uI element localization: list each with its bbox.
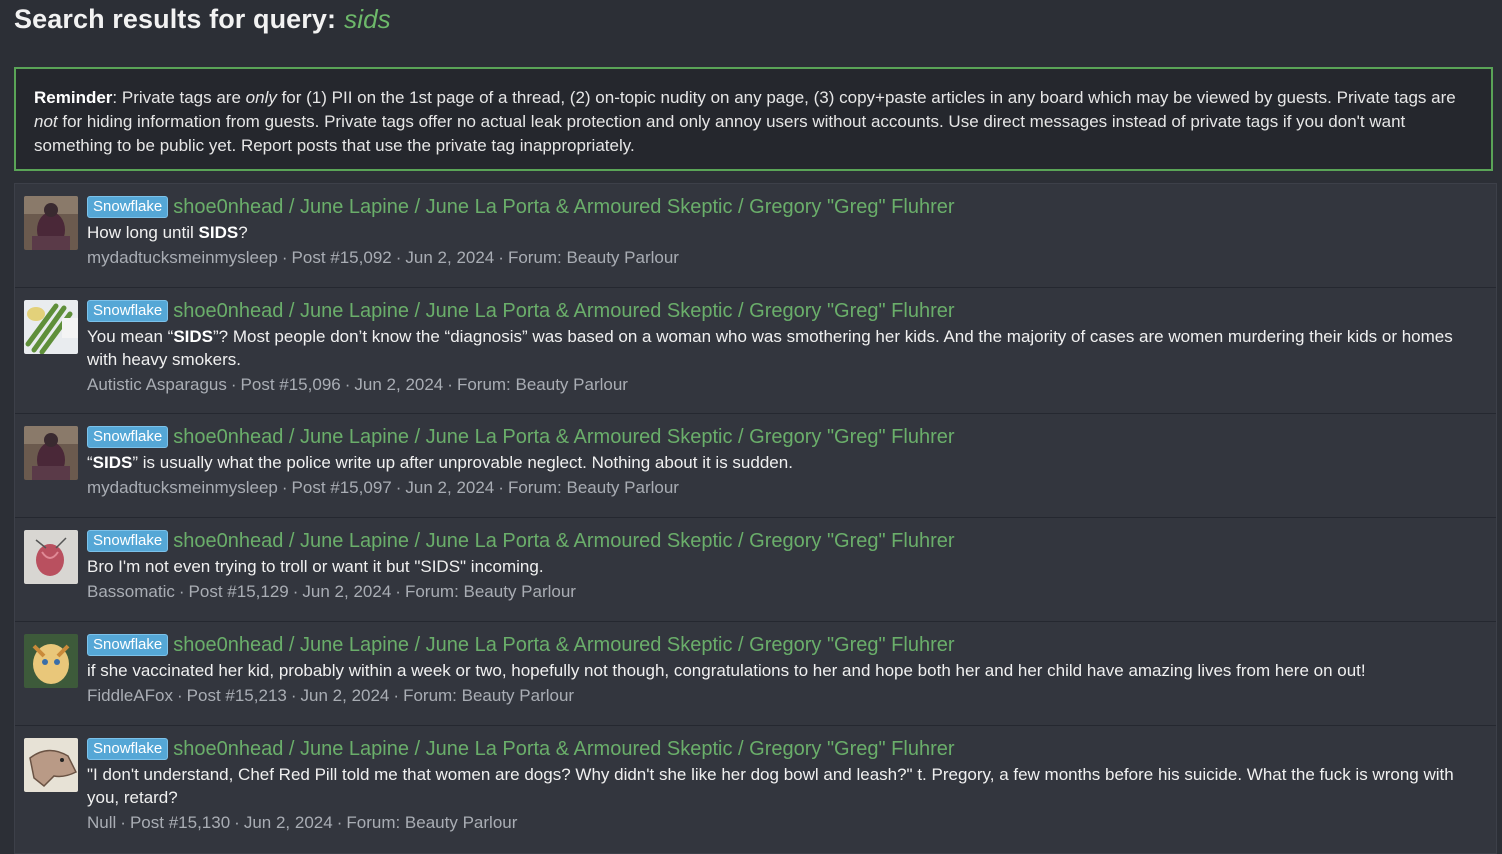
user-avatar[interactable] <box>24 530 78 584</box>
result-snippet: How long until SIDS? <box>87 223 248 242</box>
avatar-image <box>24 530 78 584</box>
page-title: Search results for query: sids <box>14 4 391 34</box>
result-meta: FiddleAFox · Post #15,213 · Jun 2, 2024 · Foru… <box>87 686 575 705</box>
forum-link[interactable]: Forum: Beauty Parlour <box>403 686 574 705</box>
username-link[interactable]: mydadtucksmeinmysleep <box>87 478 278 497</box>
result-meta: Autistic Asparagus · Post #15,096 · Jun 2, 2… <box>87 375 628 394</box>
thread-prefix-badge[interactable]: Snowflake <box>87 738 169 760</box>
search-highlight: SIDS <box>198 223 239 242</box>
post-date: Jun 2, 2024 <box>405 248 495 267</box>
thread-title-link[interactable]: shoe0nhead / June Lapine / June La Porta… <box>173 196 954 219</box>
search-result: Snowflake shoe0nhead / June Lapine / Jun… <box>15 184 1496 288</box>
post-date: Jun 2, 2024 <box>302 582 392 601</box>
forum-link[interactable]: Forum: Beauty Parlour <box>405 582 576 601</box>
search-highlight: SIDS <box>173 327 214 346</box>
forum-link[interactable]: Forum: Beauty Parlour <box>346 813 517 832</box>
user-avatar[interactable] <box>24 300 78 354</box>
avatar-image <box>24 196 78 250</box>
search-result: Snowflake shoe0nhead / June Lapine / Jun… <box>15 622 1496 726</box>
thread-prefix-badge[interactable]: Snowflake <box>87 196 169 218</box>
post-date: Jun 2, 2024 <box>243 813 333 832</box>
user-avatar[interactable] <box>24 426 78 480</box>
thread-title-link[interactable]: shoe0nhead / June Lapine / June La Porta… <box>173 530 954 553</box>
result-meta: Bassomatic · Post #15,129 · Jun 2, 2024 · Foru… <box>87 582 576 601</box>
result-meta: mydadtucksmeinmysleep · Post #15,097 · Jun 2… <box>87 478 679 497</box>
notice-lead: Reminder <box>34 88 113 107</box>
search-results-list: Snowflake shoe0nhead / June Lapine / Jun… <box>14 183 1497 854</box>
thread-prefix-badge[interactable]: Snowflake <box>87 530 169 552</box>
search-result: Snowflake shoe0nhead / June Lapine / Jun… <box>15 288 1496 414</box>
username-link[interactable]: Autistic Asparagus <box>87 375 227 394</box>
result-snippet: if she vaccinated her kid, probably with… <box>87 661 1366 680</box>
post-date: Jun 2, 2024 <box>405 478 495 497</box>
post-number-link[interactable]: Post #15,097 <box>292 478 392 497</box>
search-highlight: SIDS <box>92 453 133 472</box>
thread-title-link[interactable]: shoe0nhead / June Lapine / June La Porta… <box>173 300 954 323</box>
username-link[interactable]: mydadtucksmeinmysleep <box>87 248 278 267</box>
result-snippet: You mean “SIDS”? Most people don’t know … <box>87 327 1453 369</box>
user-avatar[interactable] <box>24 634 78 688</box>
thread-title-link[interactable]: shoe0nhead / June Lapine / June La Porta… <box>173 426 954 449</box>
forum-link[interactable]: Forum: Beauty Parlour <box>508 478 679 497</box>
avatar-image <box>24 300 78 354</box>
post-number-link[interactable]: Post #15,213 <box>187 686 287 705</box>
thread-prefix-badge[interactable]: Snowflake <box>87 300 169 322</box>
post-number-link[interactable]: Post #15,130 <box>130 813 230 832</box>
search-result: Snowflake shoe0nhead / June Lapine / Jun… <box>15 518 1496 622</box>
user-avatar[interactable] <box>24 738 78 792</box>
post-number-link[interactable]: Post #15,092 <box>292 248 392 267</box>
result-meta: mydadtucksmeinmysleep · Post #15,092 · Jun 2… <box>87 248 679 267</box>
result-snippet: "I don't understand, Chef Red Pill told … <box>87 765 1454 807</box>
result-snippet: Bro I'm not even trying to troll or want… <box>87 557 544 576</box>
avatar-image <box>24 738 78 792</box>
username-link[interactable]: FiddleAFox <box>87 686 173 705</box>
post-date: Jun 2, 2024 <box>300 686 390 705</box>
post-number-link[interactable]: Post #15,096 <box>241 375 341 394</box>
post-date: Jun 2, 2024 <box>354 375 444 394</box>
search-query: sids <box>344 4 391 34</box>
username-link[interactable]: Bassomatic <box>87 582 175 601</box>
thread-prefix-badge[interactable]: Snowflake <box>87 426 169 448</box>
page-header: Search results for query: sids <box>14 4 391 44</box>
thread-prefix-badge[interactable]: Snowflake <box>87 634 169 656</box>
avatar-image <box>24 634 78 688</box>
post-number-link[interactable]: Post #15,129 <box>189 582 289 601</box>
username-link[interactable]: Null <box>87 813 116 832</box>
private-tag-notice: Reminder: Private tags are only for (1) … <box>14 67 1493 171</box>
search-result: Snowflake shoe0nhead / June Lapine / Jun… <box>15 726 1496 853</box>
forum-link[interactable]: Forum: Beauty Parlour <box>508 248 679 267</box>
result-snippet: “SIDS” is usually what the police write … <box>87 453 793 472</box>
avatar-image <box>24 426 78 480</box>
thread-title-link[interactable]: shoe0nhead / June Lapine / June La Porta… <box>173 738 954 761</box>
user-avatar[interactable] <box>24 196 78 250</box>
forum-link[interactable]: Forum: Beauty Parlour <box>457 375 628 394</box>
thread-title-link[interactable]: shoe0nhead / June Lapine / June La Porta… <box>173 634 954 657</box>
search-result: Snowflake shoe0nhead / June Lapine / Jun… <box>15 414 1496 518</box>
result-meta: Null · Post #15,130 · Jun 2, 2024 · Forum: Bea… <box>87 813 518 832</box>
